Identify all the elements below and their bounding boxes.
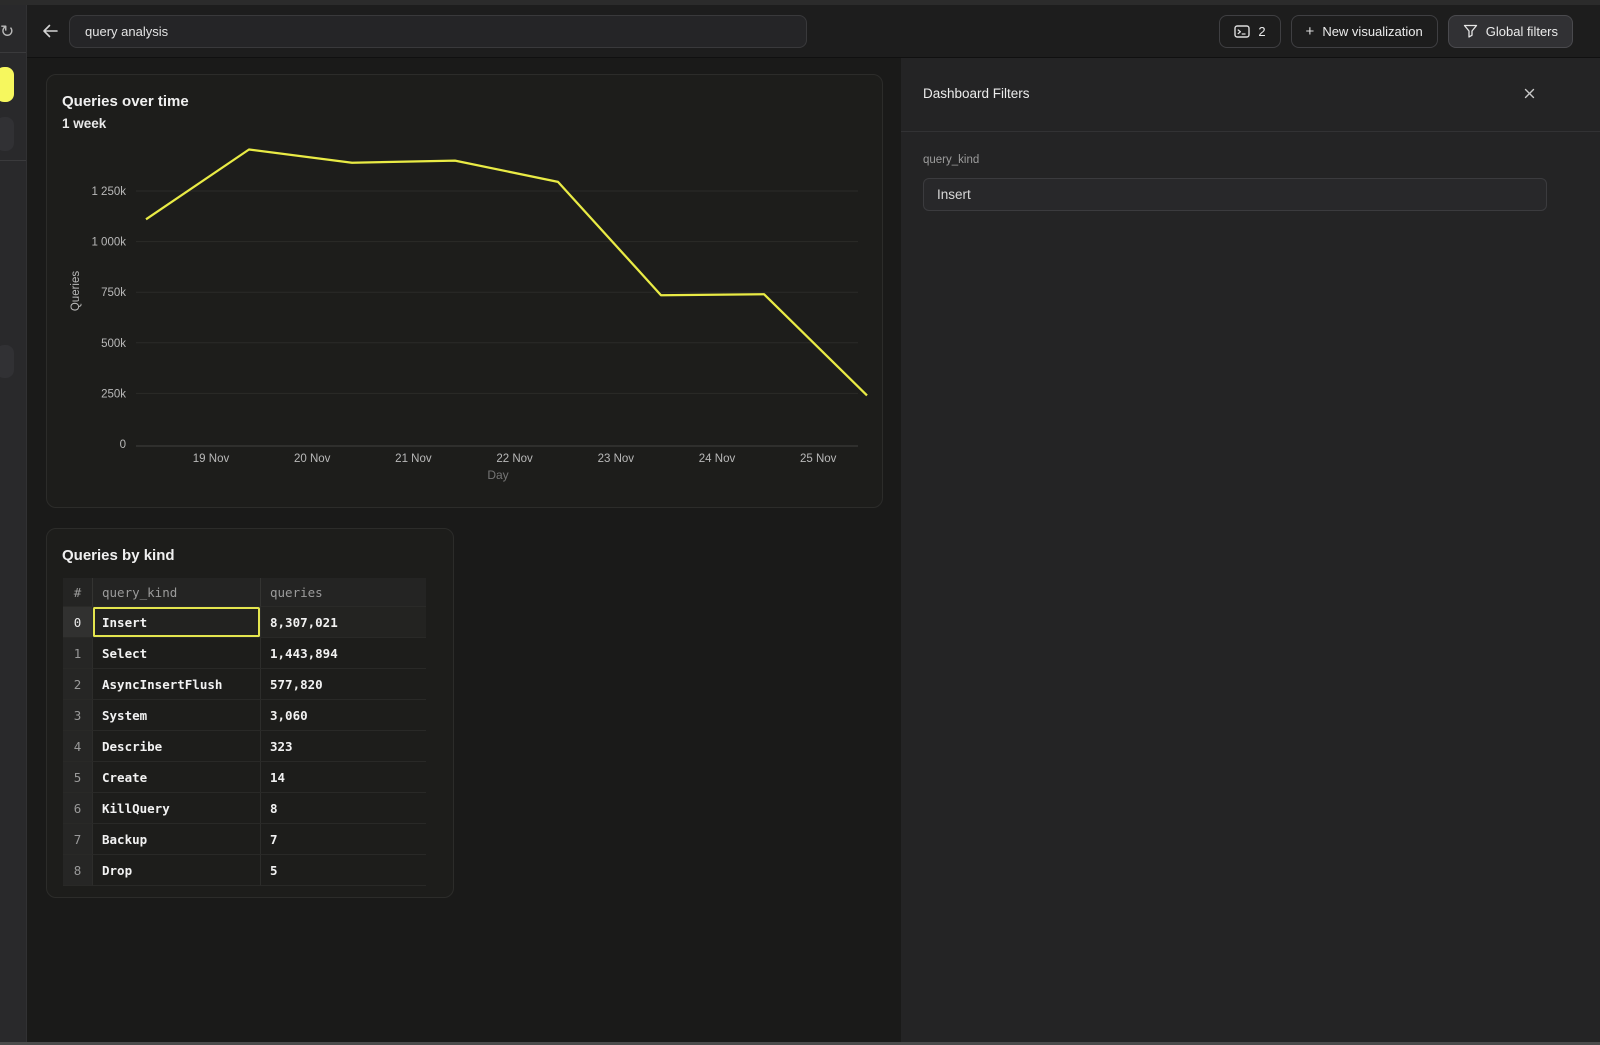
queries-table: # query_kind queries 0Insert8,307,021 1Se… [63,578,426,886]
funnel-icon [1463,24,1478,38]
row-index-cell[interactable]: 0 [63,607,92,638]
queries-over-time-chart: 0 250k 500k 750k 1 000k 1 250k 19 Nov 20 Nov 21 … [47,75,884,509]
sidebar-item-active[interactable] [0,67,14,102]
y-axis-title: Queries [70,271,82,312]
top-bar: 2 + New visualization Global filters [27,5,1600,58]
query-kind-filter-input[interactable] [923,178,1547,211]
row-index-cell[interactable]: 4 [63,731,92,762]
y-tick-label: 500k [101,338,126,350]
chart-title: Queries over time [62,93,189,110]
query-kind-cell[interactable]: Select [92,638,260,669]
query-kind-cell[interactable]: Describe [92,731,260,762]
queries-count-cell[interactable]: 7 [260,824,426,855]
back-button[interactable] [35,16,65,46]
series-line-queries [146,150,867,396]
queries-count-cell[interactable]: 14 [260,762,426,793]
query-kind-cell[interactable]: Drop [92,855,260,886]
x-tick-label: 21 Nov [395,453,432,465]
x-tick-label: 22 Nov [496,453,533,465]
console-count-button[interactable]: 2 [1219,15,1280,48]
history-refresh-icon[interactable]: ↻ [0,21,24,43]
x-tick-label: 23 Nov [598,453,635,465]
query-kind-cell[interactable]: Insert [92,607,260,638]
plus-icon: + [1306,24,1315,39]
column-header-query-kind: query_kind [92,578,260,607]
queries-count-cell[interactable]: 3,060 [260,700,426,731]
close-panel-button[interactable] [1520,84,1538,102]
x-tick-label: 24 Nov [699,453,736,465]
new-visualization-label: New visualization [1322,24,1422,39]
query-kind-cell[interactable]: KillQuery [92,793,260,824]
x-axis-title: Day [487,468,508,482]
queries-count-cell[interactable]: 5 [260,855,426,886]
filter-field-label: query_kind [923,154,979,166]
y-tick-label: 1 250k [91,186,126,198]
query-kind-cell[interactable]: AsyncInsertFlush [92,669,260,700]
query-kind-cell[interactable]: System [92,700,260,731]
x-tick-label: 19 Nov [193,453,230,465]
sidebar-item[interactable] [0,117,14,151]
dashboard-filters-panel: Dashboard Filters query_kind [901,58,1600,1045]
y-tick-label: 250k [101,388,126,400]
rail-divider [0,52,26,53]
row-index-cell[interactable]: 2 [63,669,92,700]
table-card: Queries by kind # query_kind queries 0In… [46,528,454,898]
y-tick-label: 1 000k [91,237,126,249]
dashboard-canvas: 0250k500k750k1 000k1 250k19 Nov20 Nov21 … [27,58,901,1045]
terminal-window-icon [1234,24,1250,39]
sidebar-item[interactable] [0,345,14,378]
console-count-label: 2 [1258,24,1265,39]
table-title: Queries by kind [62,547,175,564]
row-index-cell[interactable]: 1 [63,638,92,669]
queries-count-cell[interactable]: 8 [260,793,426,824]
row-index-cell[interactable]: 6 [63,793,92,824]
y-tick-label: 750k [101,287,126,299]
column-header-index: # [63,578,92,607]
y-tick-label: 0 [120,439,126,451]
dashboard-title-input[interactable] [69,15,807,48]
chart-card: 0 250k 500k 750k 1 000k 1 250k 19 Nov 20 Nov 21 … [46,74,883,508]
x-tick-label: 25 Nov [800,453,837,465]
filters-panel-title: Dashboard Filters [923,86,1030,101]
row-index-cell[interactable]: 8 [63,855,92,886]
global-filters-button[interactable]: Global filters [1448,15,1573,48]
sidebar-rail: ↻ [0,5,27,1045]
row-index-cell[interactable]: 7 [63,824,92,855]
app-window: ↻ [0,0,1600,1045]
row-index-cell[interactable]: 3 [63,700,92,731]
query-kind-cell[interactable]: Backup [92,824,260,855]
global-filters-label: Global filters [1486,24,1558,39]
row-index-cell[interactable]: 5 [63,762,92,793]
close-icon [1524,88,1535,99]
arrow-left-icon [42,23,59,39]
column-header-queries: queries [260,578,426,607]
chart-subtitle: 1 week [62,116,106,131]
query-kind-cell[interactable]: Create [92,762,260,793]
queries-count-cell[interactable]: 577,820 [260,669,426,700]
rail-divider [0,160,26,161]
queries-count-cell[interactable]: 323 [260,731,426,762]
new-visualization-button[interactable]: + New visualization [1291,15,1438,48]
x-tick-label: 20 Nov [294,453,331,465]
queries-count-cell[interactable]: 1,443,894 [260,638,426,669]
queries-count-cell[interactable]: 8,307,021 [260,607,426,638]
panel-divider [901,131,1600,132]
